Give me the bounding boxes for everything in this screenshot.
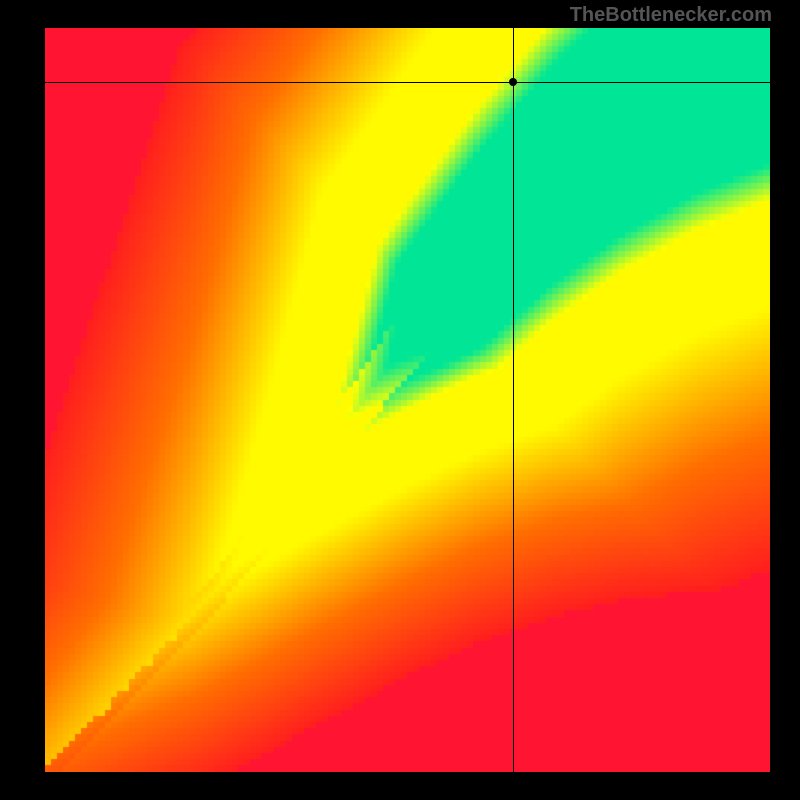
crosshair-horizontal — [45, 82, 770, 83]
heatmap-chart — [45, 28, 770, 772]
crosshair-vertical — [513, 28, 514, 772]
watermark-text: TheBottlenecker.com — [570, 4, 772, 27]
marker-dot — [509, 78, 517, 86]
heatmap-canvas — [45, 28, 770, 772]
